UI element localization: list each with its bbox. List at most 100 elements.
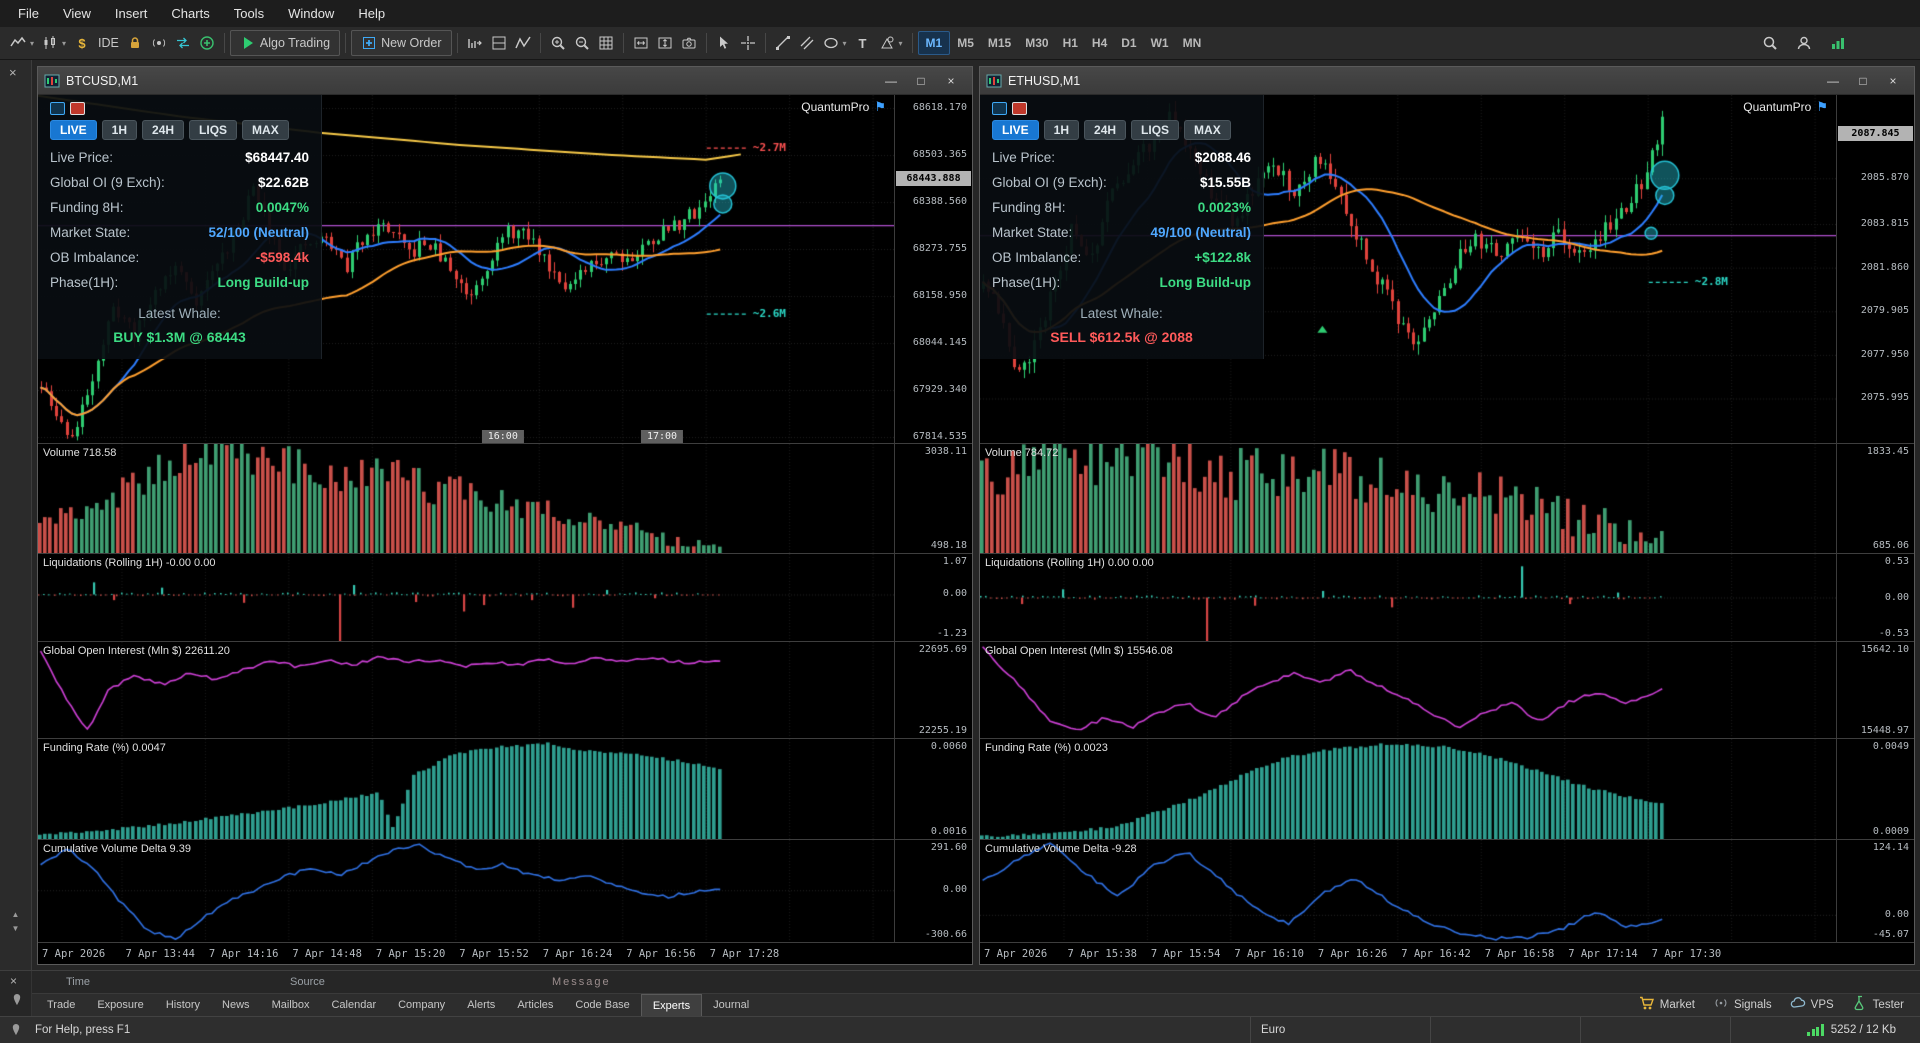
toolbox-tab-mailbox[interactable]: Mailbox [261,994,321,1016]
vps-button[interactable]: VPS [1790,995,1834,1014]
tile-vertical-button[interactable] [653,30,677,56]
toolbox-tab-exposure[interactable]: Exposure [86,994,154,1016]
volume-axis[interactable]: 3038.11 498.18 [894,444,972,553]
menu-view[interactable]: View [51,2,103,25]
zoom-out-button[interactable] [570,30,594,56]
menu-charts[interactable]: Charts [159,2,221,25]
zoom-in-button[interactable] [546,30,570,56]
liquidations-chart-area[interactable]: Liquidations (Rolling 1H) 0.00 0.00 [980,554,1836,641]
panel-tab-live[interactable]: LIVE [50,120,97,140]
timeframe-m1-button[interactable]: M1 [917,31,951,55]
chart-type-button[interactable]: ▾ [6,30,38,56]
cvd-canvas[interactable] [980,840,1836,942]
time-axis[interactable]: 7 Apr 2026 7 Apr 15:38 7 Apr 15:54 7 Apr 16… [980,942,1914,964]
toolbox-close-icon[interactable]: × [10,974,17,988]
menu-file[interactable]: File [6,2,51,25]
panel-flag-icon[interactable] [1012,102,1027,115]
maximize-button[interactable]: □ [906,70,936,92]
shapes-button[interactable]: ▾ [819,30,851,56]
panel-tab-liqs[interactable]: LIQS [189,120,238,140]
zigzag-button[interactable] [511,30,535,56]
grid-button[interactable] [594,30,618,56]
liquidations-chart-area[interactable]: Liquidations (Rolling 1H) -0.00 0.00 [38,554,894,641]
crosshair-button[interactable] [736,30,760,56]
window-titlebar[interactable]: BTCUSD,M1 — □ × [38,67,972,95]
window-titlebar[interactable]: ETHUSD,M1 — □ × [980,67,1914,95]
panel-tab-1h[interactable]: 1H [1043,120,1080,140]
snapshot-button[interactable] [677,30,701,56]
panel-tab-24h[interactable]: 24H [142,120,185,140]
funding-chart-area[interactable]: Funding Rate (%) 0.0023 [980,739,1836,839]
text-button[interactable]: T [851,30,875,56]
new-order-button[interactable]: New Order [351,30,452,56]
timeframe-w1-button[interactable]: W1 [1144,31,1176,55]
minimize-button[interactable]: — [1818,70,1848,92]
timeframe-mn-button[interactable]: MN [1176,31,1209,55]
toolbox-tab-journal[interactable]: Journal [702,994,760,1016]
close-button[interactable]: × [936,70,966,92]
panel-tab-24h[interactable]: 24H [1084,120,1127,140]
volume-axis[interactable]: 1833.45 685.06 [1836,444,1914,553]
funding-canvas[interactable] [38,739,894,839]
panel-table-icon[interactable] [992,102,1007,115]
chart-candles-button[interactable]: ▾ [38,30,70,56]
liquidations-axis[interactable]: 1.07 0.00 -1.23 [894,554,972,641]
open-interest-chart-area[interactable]: Global Open Interest (Mln $) 22611.20 [38,642,894,738]
cvd-canvas[interactable] [38,840,894,942]
open-interest-axis[interactable]: 15642.10 15448.97 [1836,642,1914,738]
toolbox-tab-calendar[interactable]: Calendar [320,994,387,1016]
chart-shift-button[interactable] [463,30,487,56]
price-axis[interactable]: 68618.170 68503.365 68388.560 68273.755 6815… [894,95,972,443]
timeframe-h1-button[interactable]: H1 [1056,31,1085,55]
maximize-button[interactable]: □ [1848,70,1878,92]
menu-window[interactable]: Window [276,2,346,25]
account-button[interactable] [1792,30,1816,56]
price-axis[interactable]: 2085.870 2083.815 2081.860 2079.905 2077.950… [1836,95,1914,443]
community-button[interactable] [147,30,171,56]
funding-chart-area[interactable]: Funding Rate (%) 0.0047 [38,739,894,839]
cvd-chart-area[interactable]: Cumulative Volume Delta 9.39 [38,840,894,942]
toolbox-pin-icon[interactable] [9,992,25,1013]
add-chart-button[interactable] [195,30,219,56]
algo-trading-button[interactable]: Algo Trading [229,30,341,56]
toolbox-tab-articles[interactable]: Articles [506,994,564,1016]
panel-tab-live[interactable]: LIVE [992,120,1039,140]
strip-scroll-up-icon[interactable]: ▲ [0,908,31,922]
close-button[interactable]: × [1878,70,1908,92]
cursor-button[interactable] [712,30,736,56]
timeframe-m15-button[interactable]: M15 [981,31,1018,55]
stats-button[interactable] [1826,30,1850,56]
panel-tab-1h[interactable]: 1H [101,120,138,140]
price-chart-area[interactable]: LIVE 1H 24H LIQS MAX Live Price: $2088.46 Glob… [980,95,1836,443]
volume-chart-area[interactable]: Volume 718.58 [38,444,894,553]
liquidations-axis[interactable]: 0.53 0.00 -0.53 [1836,554,1914,641]
volume-canvas[interactable] [980,444,1836,553]
tester-button[interactable]: Tester [1852,995,1904,1014]
search-button[interactable] [1758,30,1782,56]
panel-tab-liqs[interactable]: LIQS [1131,120,1180,140]
market-watch-button[interactable]: $ [70,30,94,56]
menu-help[interactable]: Help [346,2,397,25]
market-button[interactable]: Market [1639,995,1695,1014]
open-interest-axis[interactable]: 22695.69 22255.19 [894,642,972,738]
toolbox-tab-alerts[interactable]: Alerts [456,994,506,1016]
toolbox-tab-trade[interactable]: Trade [36,994,86,1016]
panel-tab-max[interactable]: MAX [242,120,289,140]
sync-button[interactable] [171,30,195,56]
toolbox-tab-news[interactable]: News [211,994,261,1016]
timeframe-m5-button[interactable]: M5 [950,31,981,55]
panel-tab-max[interactable]: MAX [1184,120,1231,140]
objects-button[interactable]: ▾ [875,30,907,56]
timeframe-d1-button[interactable]: D1 [1114,31,1143,55]
cvd-chart-area[interactable]: Cumulative Volume Delta -9.28 [980,840,1836,942]
minimize-button[interactable]: — [876,70,906,92]
cvd-axis[interactable]: 291.60 0.00 -300.66 [894,840,972,942]
lock-button[interactable] [123,30,147,56]
menu-insert[interactable]: Insert [103,2,160,25]
chart-panes-button[interactable] [487,30,511,56]
timeframe-m30-button[interactable]: M30 [1018,31,1055,55]
trendline-button[interactable] [771,30,795,56]
toolbox-tab-code-base[interactable]: Code Base [564,994,640,1016]
funding-canvas[interactable] [980,739,1836,839]
strip-close-icon[interactable]: × [9,65,17,80]
